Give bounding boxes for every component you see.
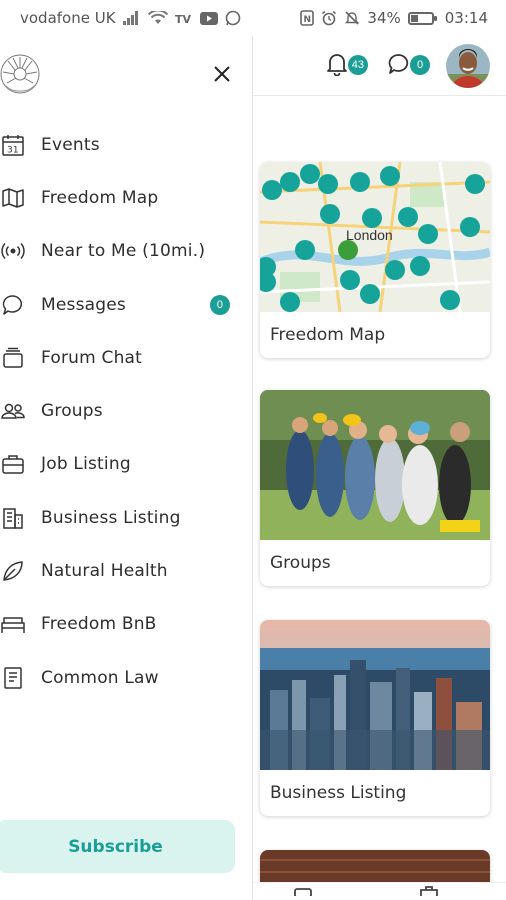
menu-item-common-law[interactable]: Common Law [0, 651, 253, 704]
card-business-listing[interactable]: Business Listing [260, 620, 490, 816]
menu-item-messages[interactable]: Messages 0 [0, 278, 253, 331]
menu-item-label: Freedom Map [41, 187, 159, 208]
menu-item-label: Messages [41, 294, 126, 315]
close-icon [214, 66, 230, 86]
menu-item-natural-health[interactable]: Natural Health [0, 544, 253, 597]
menu-item-groups[interactable]: Groups [0, 384, 253, 437]
map-icon [0, 185, 26, 211]
menu-item-label: Business Listing [41, 507, 181, 528]
card-caption: Business Listing [270, 783, 407, 803]
city-skyline-photo [260, 620, 490, 770]
alarm-icon [321, 10, 337, 26]
bell-icon [326, 52, 348, 80]
battery-percent: 34% [367, 9, 401, 27]
status-bar: vodafone UK TV N 34% 03:14 [0, 0, 506, 36]
nfc-icon: N [300, 10, 315, 26]
building-icon [0, 505, 26, 531]
navigation-drawer: 31 Events Freedom Map Near to Me (10mi.)… [0, 36, 253, 900]
menu-item-forum-chat[interactable]: Forum Chat [0, 331, 253, 384]
marketplace-icon[interactable] [418, 881, 440, 900]
forum-icon [0, 345, 26, 371]
feature-card-list: London Freedom Map Groups Business Listi… [260, 162, 490, 890]
menu-item-label: Job Listing [41, 454, 131, 475]
svg-text:N: N [304, 15, 312, 25]
menu-item-label: Events [41, 134, 100, 155]
messages-badge: 0 [210, 294, 230, 315]
briefcase-icon [0, 451, 26, 477]
card-freedom-map[interactable]: London Freedom Map [260, 162, 490, 358]
drawer-menu: 31 Events Freedom Map Near to Me (10mi.)… [0, 118, 253, 704]
drawer-header [0, 36, 253, 118]
menu-item-near-to-me[interactable]: Near to Me (10mi.) [0, 225, 253, 278]
card-caption: Groups [270, 553, 331, 573]
tv-icon: TV [175, 12, 193, 24]
menu-item-label: Groups [41, 401, 103, 422]
wifi-icon [147, 11, 168, 25]
avatar[interactable] [446, 43, 490, 88]
messages-count-badge: 0 [410, 54, 430, 75]
messages-button[interactable]: 0 [384, 51, 430, 81]
leaf-icon [0, 558, 26, 584]
groups-photo [260, 390, 490, 540]
menu-item-label: Forum Chat [41, 347, 143, 368]
document-icon [0, 665, 26, 691]
menu-item-freedom-bnb[interactable]: Freedom BnB [0, 598, 253, 651]
menu-item-label: Common Law [41, 667, 159, 688]
menu-item-business-listing[interactable]: Business Listing [0, 491, 253, 544]
signal-icon [122, 11, 141, 25]
svg-text:London: London [346, 227, 393, 243]
menu-item-label: Freedom BnB [41, 614, 157, 635]
chat-bubble-icon [0, 292, 26, 318]
menu-item-label: Natural Health [41, 561, 168, 582]
svg-text:TV: TV [175, 13, 192, 24]
menu-item-freedom-map[interactable]: Freedom Map [0, 171, 253, 224]
notifications-button[interactable]: 43 [322, 51, 368, 81]
card-caption: Freedom Map [270, 325, 386, 345]
post-icon[interactable] [293, 881, 313, 900]
calendar-icon: 31 [0, 132, 26, 158]
map-thumbnail: London [260, 162, 490, 312]
carrier-name: vodafone UK [20, 9, 116, 27]
menu-item-label: Near to Me (10mi.) [41, 241, 206, 262]
broadcast-icon [0, 238, 26, 264]
menu-item-events[interactable]: 31 Events [0, 118, 253, 171]
menu-item-job-listing[interactable]: Job Listing [0, 438, 253, 491]
youtube-icon [199, 11, 218, 25]
battery-icon [407, 11, 437, 25]
mute-icon [344, 10, 360, 26]
whatsapp-icon [225, 10, 241, 26]
freedom-logo-icon [0, 52, 46, 98]
bed-icon [0, 611, 26, 637]
close-drawer-button[interactable] [210, 64, 234, 88]
clock-time: 03:14 [444, 9, 488, 27]
groups-icon [0, 398, 26, 424]
subscribe-button[interactable]: Subscribe [0, 820, 235, 873]
chat-bubble-icon [387, 52, 411, 80]
card-groups[interactable]: Groups [260, 390, 490, 586]
notifications-count-badge: 43 [347, 54, 368, 75]
svg-text:31: 31 [7, 145, 19, 155]
